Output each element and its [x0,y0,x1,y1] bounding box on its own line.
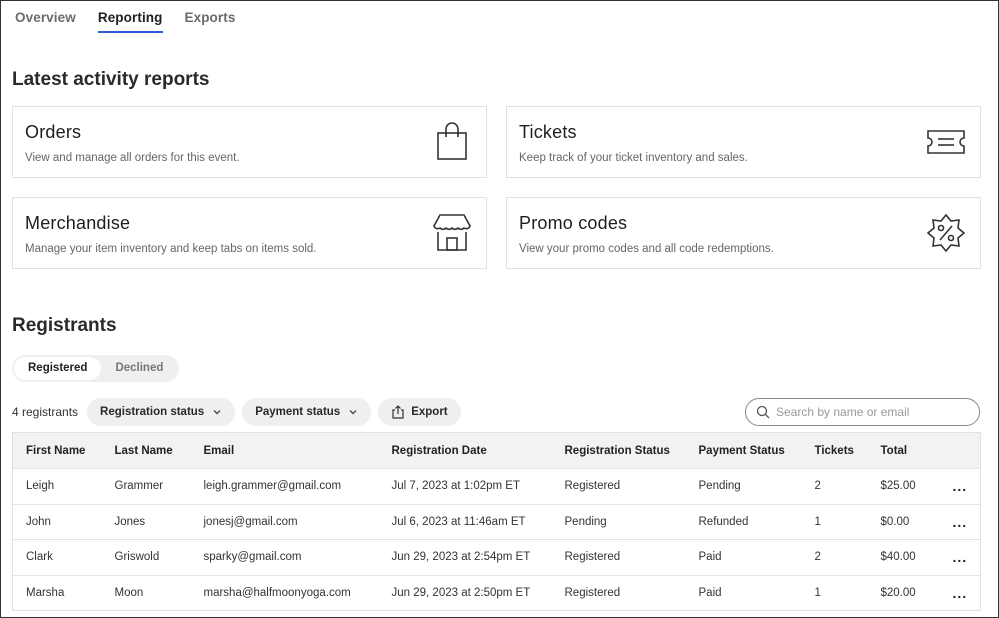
card-title: Promo codes [519,213,628,233]
filter-label: Registration status [100,406,205,418]
card-description: Keep track of your ticket inventory and … [519,152,748,164]
cell-payment-status: Paid [685,539,802,575]
cell-registration-date: Jul 7, 2023 at 1:02pm ET [378,468,552,504]
report-card-promo-codes[interactable]: Promo codes View your promo codes and al… [506,197,981,269]
more-actions-icon[interactable]: ... [953,514,968,530]
cell-first-name: Clark [12,539,102,575]
cell-tickets: 1 [801,574,868,611]
registrants-section-title: Registrants [12,315,117,336]
cell-email: sparky@gmail.com [190,539,379,575]
cell-email: marsha@halfmoonyoga.com [190,574,379,611]
card-title: Orders [25,122,82,142]
cell-registration-status: Registered [551,574,686,611]
card-description: View and manage all orders for this even… [25,152,240,164]
filter-label: Payment status [255,406,341,418]
tab-overview[interactable]: Overview [15,1,76,33]
cell-registration-status: Pending [551,503,686,540]
export-icon [392,405,404,419]
cell-last-name: Grammer [101,468,191,504]
cell-registration-date: Jun 29, 2023 at 2:50pm ET [378,574,552,611]
cell-payment-status: Paid [685,574,802,611]
table-row[interactable]: Clark Griswold sparky@gmail.com Jun 29, … [12,539,981,575]
column-header-total[interactable]: Total [867,432,940,469]
registrant-segmented-control: Registered Declined [12,355,180,382]
column-header-payment-status[interactable]: Payment Status [685,432,802,469]
cell-registration-date: Jun 29, 2023 at 2:54pm ET [378,539,552,575]
cell-tickets: 2 [801,468,868,504]
cell-total: $40.00 [867,539,940,575]
cell-payment-status: Pending [685,468,802,504]
more-actions-icon[interactable]: ... [953,585,968,601]
cell-tickets: 2 [801,539,868,575]
cell-first-name: Leigh [12,468,102,504]
cell-last-name: Jones [101,503,191,540]
cell-registration-status: Registered [551,468,686,504]
chevron-down-icon [349,410,357,415]
report-cards: Orders View and manage all orders for th… [12,106,981,269]
export-label: Export [411,406,448,418]
search-input[interactable] [776,405,966,419]
cell-first-name: John [12,503,102,540]
segment-declined[interactable]: Declined [101,357,177,380]
export-button[interactable]: Export [378,398,461,426]
column-header-actions [939,432,981,469]
cell-email: jonesj@gmail.com [190,503,379,540]
column-header-tickets[interactable]: Tickets [801,432,868,469]
tab-reporting[interactable]: Reporting [97,1,163,33]
shopping-bag-icon [437,122,467,160]
table-row[interactable]: Leigh Grammer leigh.grammer@gmail.com Ju… [12,468,981,504]
cell-registration-status: Registered [551,539,686,575]
ticket-icon [927,130,965,154]
more-actions-icon[interactable]: ... [953,478,968,494]
payment-status-filter[interactable]: Payment status [242,398,372,426]
registrants-table: First Name Last Name Email Registration … [12,432,981,611]
cell-first-name: Marsha [12,574,102,611]
search-icon [756,405,770,419]
column-header-email[interactable]: Email [190,432,379,469]
storefront-icon [433,214,471,251]
chevron-down-icon [213,410,221,415]
more-actions-icon[interactable]: ... [953,549,968,565]
cell-last-name: Moon [101,574,191,611]
registration-status-filter[interactable]: Registration status [87,398,236,426]
reports-section-title: Latest activity reports [12,69,210,90]
cell-total: $0.00 [867,503,940,540]
promo-badge-icon [926,213,966,253]
report-card-orders[interactable]: Orders View and manage all orders for th… [12,106,487,178]
cell-total: $20.00 [867,574,940,611]
table-header-row: First Name Last Name Email Registration … [12,432,981,469]
column-header-registration-date[interactable]: Registration Date [378,432,552,469]
card-title: Tickets [519,122,577,142]
column-header-last-name[interactable]: Last Name [101,432,191,469]
cell-tickets: 1 [801,503,868,540]
cell-registration-date: Jul 6, 2023 at 11:46am ET [378,503,552,540]
report-card-tickets[interactable]: Tickets Keep track of your ticket invent… [506,106,981,178]
report-card-merchandise[interactable]: Merchandise Manage your item inventory a… [12,197,487,269]
card-title: Merchandise [25,213,131,233]
cell-payment-status: Refunded [685,503,802,540]
registrant-count: 4 registrants [12,405,79,419]
table-row[interactable]: Marsha Moon marsha@halfmoonyoga.com Jun … [12,574,981,611]
cell-total: $25.00 [867,468,940,504]
column-header-first-name[interactable]: First Name [12,432,102,469]
tab-bar: Overview Reporting Exports [15,1,235,35]
cell-email: leigh.grammer@gmail.com [190,468,379,504]
cell-last-name: Griswold [101,539,191,575]
table-row[interactable]: John Jones jonesj@gmail.com Jul 6, 2023 … [12,503,981,540]
search-box[interactable] [745,398,980,426]
segment-registered[interactable]: Registered [14,357,102,380]
registrants-toolbar: 4 registrants Registration status Paymen… [12,398,468,426]
card-description: Manage your item inventory and keep tabs… [25,243,317,255]
card-description: View your promo codes and all code redem… [519,243,774,255]
column-header-registration-status[interactable]: Registration Status [551,432,686,469]
tab-exports[interactable]: Exports [185,1,236,33]
